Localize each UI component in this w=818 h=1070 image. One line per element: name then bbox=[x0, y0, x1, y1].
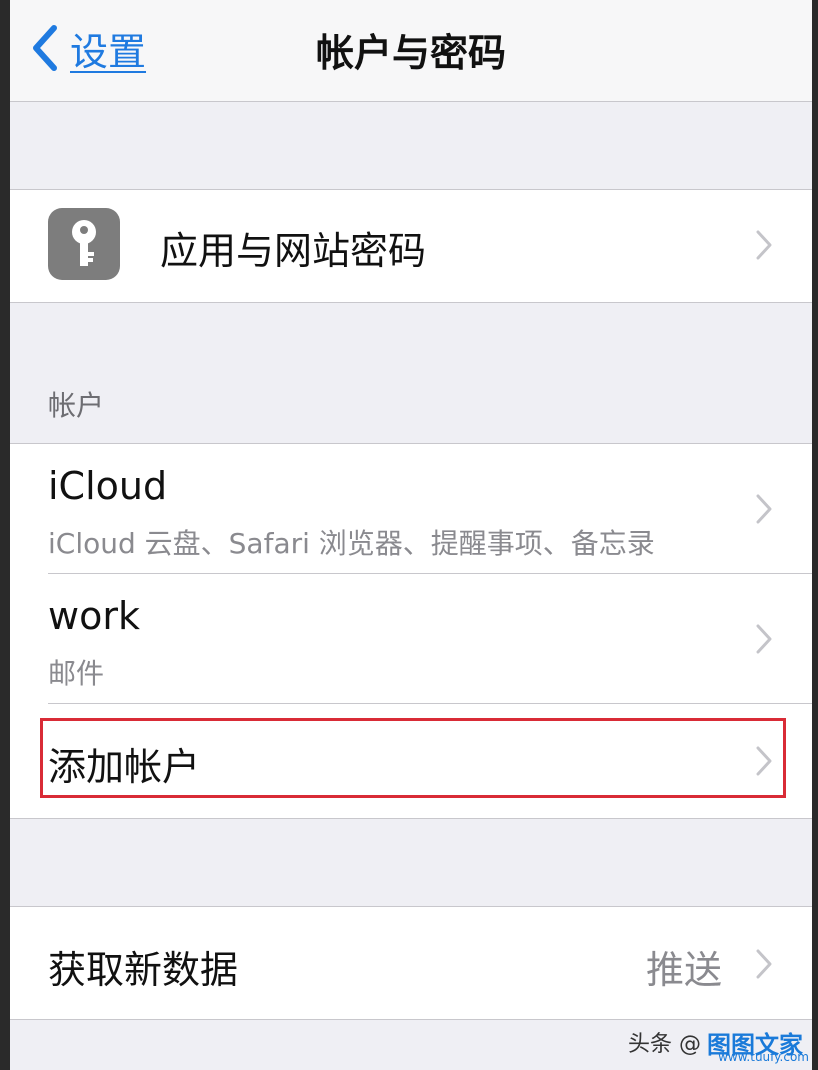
passwords-label: 应用与网站密码 bbox=[160, 229, 427, 273]
chevron-right-icon bbox=[756, 746, 772, 776]
watermark-text: 头条 @ bbox=[628, 1032, 701, 1057]
account-subtitle: iCloud 云盘、Safari 浏览器、提醒事项、备忘录 bbox=[48, 527, 655, 560]
fetch-new-data-row[interactable]: 获取新数据 推送 bbox=[10, 907, 812, 1019]
passwords-row[interactable]: 应用与网站密码 bbox=[10, 190, 812, 302]
account-row-work[interactable]: work 邮件 bbox=[10, 574, 812, 704]
navigation-bar: 设置 帐户与密码 bbox=[10, 0, 812, 102]
account-title: iCloud bbox=[48, 464, 168, 508]
passwords-section: 应用与网站密码 bbox=[10, 189, 812, 303]
fetch-new-data-value: 推送 bbox=[645, 948, 722, 992]
fetch-section: 获取新数据 推送 bbox=[10, 906, 812, 1020]
watermark-url: www.tuufy.com bbox=[718, 1050, 809, 1064]
chevron-right-icon bbox=[756, 624, 772, 654]
add-account-label: 添加帐户 bbox=[48, 745, 201, 789]
account-row-icloud[interactable]: iCloud iCloud 云盘、Safari 浏览器、提醒事项、备忘录 bbox=[10, 444, 812, 574]
account-title: work bbox=[48, 594, 140, 638]
watermark: 头条 @ 图图文家 www.tuufy.com bbox=[628, 1020, 813, 1065]
page-title: 帐户与密码 bbox=[315, 31, 506, 75]
add-account-row[interactable]: 添加帐户 bbox=[10, 704, 812, 818]
chevron-right-icon bbox=[756, 494, 772, 524]
key-icon bbox=[48, 208, 120, 280]
settings-screen: 设置 帐户与密码 应用与网站密码 帐户 iCloud iCloud 云盘、Saf… bbox=[10, 0, 812, 1070]
fetch-new-data-label: 获取新数据 bbox=[48, 948, 239, 992]
accounts-section-header: 帐户 bbox=[48, 389, 105, 422]
chevron-right-icon bbox=[756, 949, 772, 979]
chevron-right-icon bbox=[756, 230, 772, 260]
accounts-section: iCloud iCloud 云盘、Safari 浏览器、提醒事项、备忘录 wor… bbox=[10, 443, 812, 819]
account-subtitle: 邮件 bbox=[48, 657, 105, 690]
